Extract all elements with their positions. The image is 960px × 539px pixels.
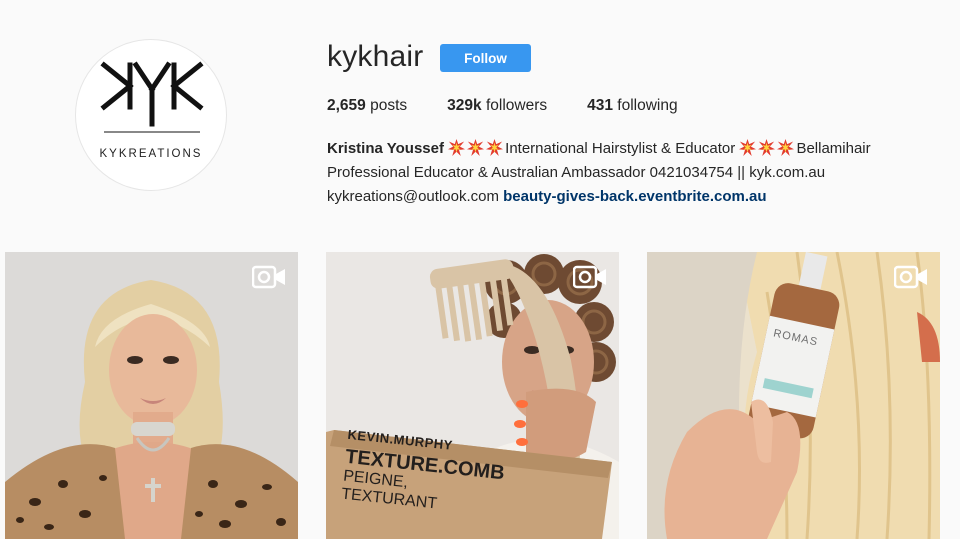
bio-brand: Bellamihair	[796, 140, 871, 157]
video-camera-icon	[573, 265, 606, 289]
following-count: 431	[587, 97, 613, 114]
profile-stats: 2,659 posts 329k followers 431 following	[327, 97, 718, 115]
bio-title: International Hairstylist & Educator	[505, 140, 736, 157]
follow-button[interactable]: Follow	[440, 44, 531, 72]
collision-emoji	[467, 139, 485, 156]
collision-emoji	[486, 139, 504, 156]
collision-emoji-group	[448, 139, 505, 157]
posts-count: 2,659	[327, 97, 366, 114]
bio-full-name: Kristina Youssef	[327, 140, 444, 157]
post-thumbnail[interactable]	[5, 252, 298, 539]
following-label: following	[612, 97, 678, 114]
bio-website-link[interactable]: beauty-gives-back.eventbrite.com.au	[503, 188, 766, 205]
profile-avatar[interactable]: KYKREATIONS	[75, 39, 227, 191]
bio-email: kykreations@outlook.com	[327, 188, 499, 205]
collision-emoji	[448, 139, 466, 156]
collision-emoji	[777, 139, 795, 156]
followers-count: 329k	[447, 97, 482, 114]
bio-line-1: Kristina Youssef International Hairstyli…	[327, 137, 927, 161]
post-image-portrait	[5, 252, 298, 539]
posts-label: posts	[365, 97, 408, 114]
bio-line-2: Professional Educator & Australian Ambas…	[327, 164, 826, 181]
collision-emoji	[739, 139, 757, 156]
bio-line-3: kykreations@outlook.com beauty-gives-bac…	[327, 185, 927, 209]
collision-emoji-group	[739, 139, 796, 157]
post-image-spray-bottle	[647, 252, 940, 539]
kyk-logo	[100, 61, 204, 133]
profile-username: kykhair	[327, 40, 424, 73]
video-camera-icon	[252, 265, 285, 289]
following-stat[interactable]: 431 following	[587, 97, 678, 115]
posts-stat: 2,659 posts	[327, 97, 407, 115]
profile-bio: Kristina Youssef International Hairstyli…	[327, 137, 927, 209]
profile-page: KYKREATIONS kykhair Follow 2,659 posts 3…	[0, 0, 960, 539]
followers-stat[interactable]: 329k followers	[447, 97, 547, 115]
video-camera-icon	[894, 265, 927, 289]
logo-caption: KYKREATIONS	[99, 148, 203, 160]
post-thumbnail[interactable]: ROMAS	[647, 252, 940, 539]
post-thumbnail[interactable]: KEVIN.MURPHY TEXTURE.COMB PEIGNE, TEXTUR…	[326, 252, 619, 539]
collision-emoji	[758, 139, 776, 156]
followers-label: followers	[481, 97, 548, 114]
